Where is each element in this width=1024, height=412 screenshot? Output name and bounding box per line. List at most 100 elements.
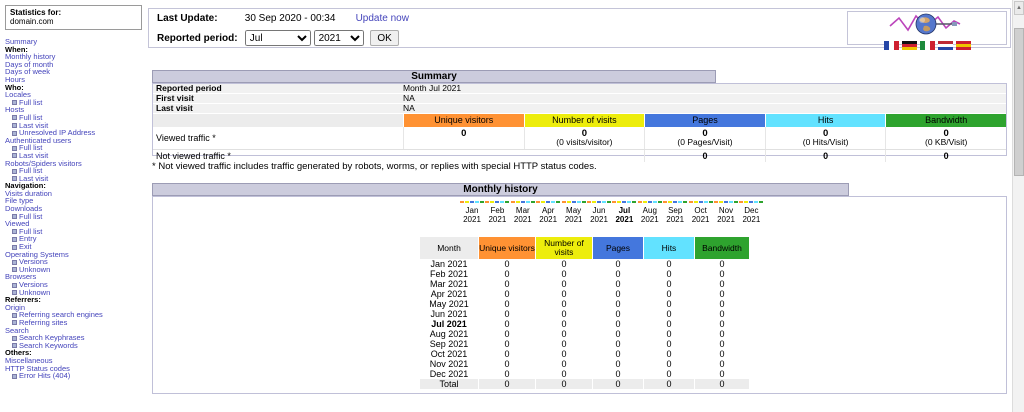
monthly-col-header-number-of-visits: Number of visits (536, 237, 592, 259)
viewed-pages-value: 0(0 Pages/Visit) (644, 127, 765, 149)
monthly-row-jun-2021: Jun 202100000 (420, 309, 749, 319)
list-grid-icon (12, 146, 17, 151)
month-select[interactable]: Jul (245, 30, 311, 46)
list-grid-icon (12, 320, 17, 325)
sidebar: Statistics for: domain.com SummaryWhen:M… (5, 5, 146, 380)
viewed-traffic-label: Viewed traffic * (153, 127, 403, 149)
chart-bar (638, 201, 642, 203)
chart-bar (602, 201, 606, 203)
chart-bar (526, 201, 530, 203)
monthly-history-box: MonthUnique visitorsNumber of visitsPage… (152, 196, 1007, 394)
chart-bar (632, 201, 636, 203)
chart-bar (597, 201, 601, 203)
chart-bar (582, 201, 586, 203)
monthly-row-nov-2021: Nov 202100000 (420, 359, 749, 369)
summary-metric-headers: Unique visitorsNumber of visitsPagesHits… (153, 114, 1006, 127)
chart-bar-group-oct (689, 201, 713, 203)
flag-spain-icon[interactable] (956, 41, 971, 50)
metric-sub-value: (0 visits/visitor) (525, 138, 645, 147)
sidebar-menu: SummaryWhen:Monthly historyDays of month… (5, 38, 146, 380)
vertical-scrollbar[interactable]: ▲ (1012, 0, 1024, 412)
chart-bar (704, 201, 708, 203)
ok-button[interactable]: OK (370, 30, 398, 46)
info-value: NA (403, 94, 1006, 103)
sidebar-subitem-error-hits-404[interactable]: Error Hits (404) (5, 372, 146, 380)
chart-bar (729, 201, 733, 203)
scrollbar-thumb[interactable] (1014, 28, 1024, 176)
awstats-logo-box[interactable] (847, 11, 1007, 45)
chart-bar (709, 201, 713, 203)
viewed-bandwidth-value: 0(0 KB/Visit) (885, 127, 1006, 149)
chart-bar (683, 201, 687, 203)
summary-header-unique-visitors: Unique visitors (403, 114, 524, 127)
list-grid-icon (12, 169, 17, 174)
chart-bar (749, 201, 753, 203)
chart-bar (663, 201, 667, 203)
list-grid-icon (12, 123, 17, 128)
viewed-number-of-visits-value: 0(0 visits/visitor) (524, 127, 645, 149)
flag-germany-icon[interactable] (902, 41, 917, 50)
summary-header-number-of-visits: Number of visits (524, 114, 645, 127)
chart-bar-group-feb (485, 201, 509, 203)
chart-bar (754, 201, 758, 203)
flag-france-icon[interactable] (884, 41, 899, 50)
chart-bar (724, 201, 728, 203)
summary-header-pages: Pages (644, 114, 765, 127)
year-select[interactable]: 2021 (314, 30, 364, 46)
chart-bar (658, 201, 662, 203)
list-grid-icon (12, 374, 17, 379)
metric-sub-value: (0 Pages/Visit) (645, 138, 765, 147)
monthly-row-dec-2021: Dec 202100000 (420, 369, 749, 379)
list-grid-icon (12, 336, 17, 341)
sidebar-item-days-of-week[interactable]: Days of week (5, 68, 146, 76)
last-update-value: 30 Sep 2020 - 00:34 (245, 13, 353, 25)
viewed-traffic-row: Viewed traffic *00(0 visits/visitor)0(0 … (153, 127, 1006, 149)
info-value: NA (403, 104, 1006, 113)
list-grid-icon (12, 131, 17, 136)
info-label: Last visit (153, 104, 403, 113)
viewed-hits-value: 0(0 Hits/Visit) (765, 127, 886, 149)
chart-bar (546, 201, 550, 203)
chart-bar (587, 201, 591, 203)
info-label: First visit (153, 94, 403, 103)
list-grid-icon (12, 260, 17, 265)
sidebar-subitem-full-list[interactable]: Full list (5, 99, 146, 107)
last-update-row: Last Update: 30 Sep 2020 - 00:34 Update … (157, 13, 409, 25)
header-box: Last Update: 30 Sep 2020 - 00:34 Update … (148, 8, 1011, 48)
chart-bar-group-apr (536, 201, 560, 203)
chart-bar (480, 201, 484, 203)
chart-bar-group-jul (612, 201, 636, 203)
metric-value: 0 (404, 129, 524, 138)
chart-bar-group-nov (714, 201, 738, 203)
chart-bar (511, 201, 515, 203)
chart-bar (521, 201, 525, 203)
flag-netherlands-icon[interactable] (938, 41, 953, 50)
list-grid-icon (12, 229, 17, 234)
chart-bar-group-dec (739, 201, 763, 203)
chart-bar (653, 201, 657, 203)
sidebar-section-referrers: Referrers: (5, 296, 146, 304)
chart-bar (719, 201, 723, 203)
chart-bar (470, 201, 474, 203)
scroll-up-arrow-icon[interactable]: ▲ (1014, 1, 1024, 15)
chart-bar (465, 201, 469, 203)
chart-bar (648, 201, 652, 203)
chart-bar (495, 201, 499, 203)
chart-bar (627, 201, 631, 203)
update-now-link[interactable]: Update now (356, 13, 409, 24)
chart-bar (577, 201, 581, 203)
awstats-logo-icon (888, 13, 966, 35)
summary-box: Reported period Month Jul 2021 First vis… (152, 83, 1007, 156)
monthly-col-header-unique-visitors: Unique visitors (479, 237, 535, 259)
monthly-row-jul-2021: Jul 202100000 (420, 319, 749, 329)
metric-sub-value: (0 Hits/Visit) (766, 138, 886, 147)
list-grid-icon (12, 283, 17, 288)
chart-bar (567, 201, 571, 203)
metric-sub-value: (0 KB/Visit) (886, 138, 1006, 147)
flag-italy-icon[interactable] (920, 41, 935, 50)
chart-bar (622, 201, 626, 203)
sidebar-item-hours[interactable]: Hours (5, 76, 146, 84)
chart-bar (531, 201, 535, 203)
chart-bar-group-may (562, 201, 586, 203)
chart-bar (673, 201, 677, 203)
